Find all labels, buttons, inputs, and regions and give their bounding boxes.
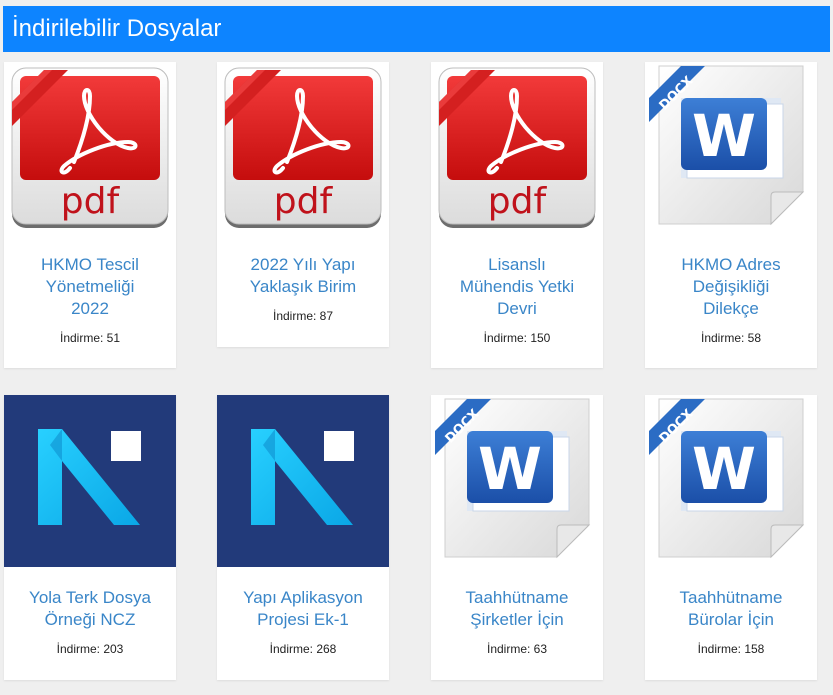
file-title-line[interactable]: Projesi Ek-1 xyxy=(225,609,381,631)
file-title-line[interactable]: Değişikliği xyxy=(653,276,809,298)
file-card-taahhutname-burolar[interactable]: W DOCX Taahhütname Bürolar İçin İndirme:… xyxy=(645,395,817,680)
download-count: İndirme: 87 xyxy=(272,309,334,323)
svg-text:pdf: pdf xyxy=(274,181,334,222)
file-card-taahhutname-sirketler[interactable]: W DOCX Taahhütname Şirketler İçin İndirm… xyxy=(431,395,603,680)
file-title-line[interactable]: Bürolar İçin xyxy=(653,609,809,631)
file-title-line[interactable]: Örneği NCZ xyxy=(12,609,168,631)
file-card-lisansli-muhendis[interactable]: pdf Lisanslı Mühendis Yetki Devri İndirm… xyxy=(431,62,603,368)
file-title-line[interactable]: Dilekçe xyxy=(653,298,809,320)
pdf-icon: pdf xyxy=(431,62,603,234)
ncz-logo-icon xyxy=(217,395,389,567)
file-title-line[interactable]: 2022 Yılı Yapı xyxy=(225,254,381,276)
download-count: İndirme: 203 xyxy=(56,642,124,656)
file-title-line[interactable]: Taahhütname xyxy=(439,587,595,609)
file-card-hkmo-adres[interactable]: W DOCX HKMO Adres Değişikliği Dilekçe İn… xyxy=(645,62,817,368)
download-count: İndirme: 51 xyxy=(59,331,121,345)
file-title-line[interactable]: Taahhütname xyxy=(653,587,809,609)
file-card-yapi-yaklasik-birim[interactable]: pdf 2022 Yılı Yapı Yaklaşık Birim İndirm… xyxy=(217,62,389,347)
docx-word-icon: W DOCX xyxy=(431,395,603,567)
docx-word-icon: W DOCX xyxy=(645,395,817,567)
download-count: İndirme: 58 xyxy=(700,331,762,345)
svg-text:pdf: pdf xyxy=(488,181,548,222)
pdf-icon: pdf xyxy=(4,62,176,234)
svg-text:W: W xyxy=(692,102,756,170)
file-title-line[interactable]: Lisanslı xyxy=(439,254,595,276)
file-card-hkmo-tescil[interactable]: pdf HKMO Tescil Yönetmeliği 2022 İndirme… xyxy=(4,62,176,368)
file-title-line[interactable]: Yapı Aplikasyon xyxy=(225,587,381,609)
svg-text:pdf: pdf xyxy=(61,181,121,222)
download-count: İndirme: 158 xyxy=(697,642,765,656)
svg-text:W: W xyxy=(692,435,756,503)
file-card-yapi-aplikasyon[interactable]: Yapı Aplikasyon Projesi Ek-1 İndirme: 26… xyxy=(217,395,389,680)
pdf-icon: pdf xyxy=(217,62,389,234)
file-title-line[interactable]: Mühendis Yetki xyxy=(439,276,595,298)
file-title-line[interactable]: Yola Terk Dosya xyxy=(12,587,168,609)
file-card-yola-terk[interactable]: Yola Terk Dosya Örneği NCZ İndirme: 203 xyxy=(4,395,176,680)
docx-word-icon: W DOCX xyxy=(645,62,817,234)
file-title-line[interactable]: Yaklaşık Birim xyxy=(225,276,381,298)
file-title-line[interactable]: HKMO Tescil xyxy=(12,254,168,276)
ncz-logo-icon xyxy=(4,395,176,567)
file-title-line[interactable]: Devri xyxy=(439,298,595,320)
file-title-line[interactable]: Yönetmeliği xyxy=(12,276,168,298)
download-count: İndirme: 268 xyxy=(269,642,337,656)
page-title: İndirilebilir Dosyalar xyxy=(3,6,830,52)
download-count: İndirme: 63 xyxy=(486,642,548,656)
file-title-line[interactable]: 2022 xyxy=(12,298,168,320)
svg-text:W: W xyxy=(478,435,542,503)
file-title-line[interactable]: Şirketler İçin xyxy=(439,609,595,631)
file-title-line[interactable]: HKMO Adres xyxy=(653,254,809,276)
download-count: İndirme: 150 xyxy=(483,331,551,345)
